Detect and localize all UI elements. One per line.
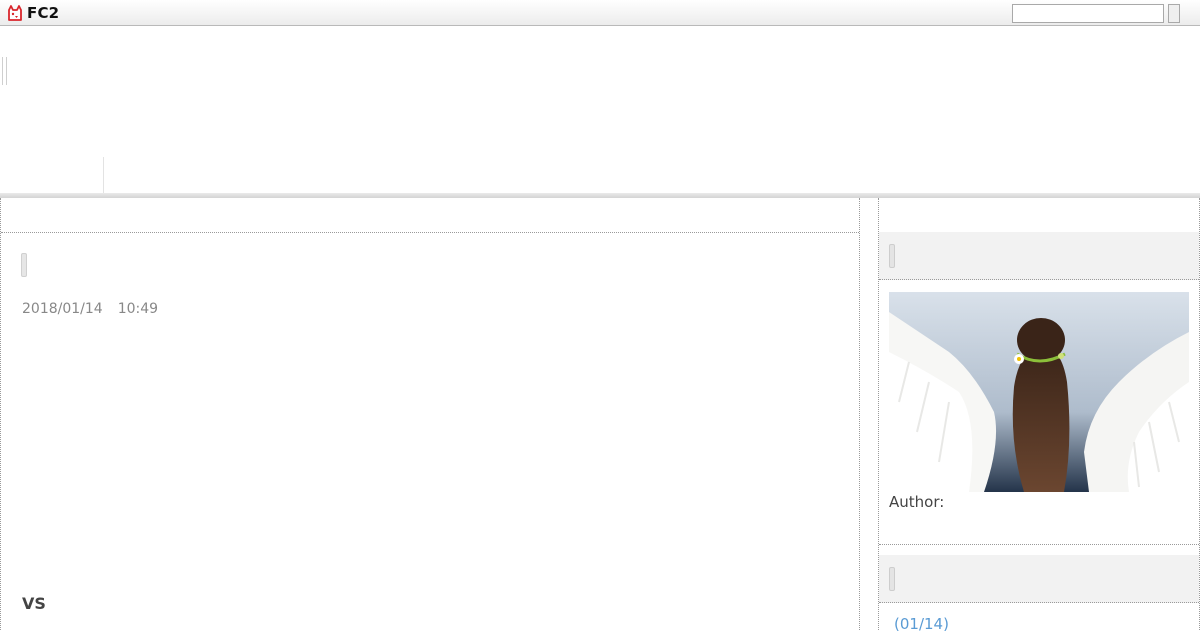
blog-title-marker bbox=[2, 57, 7, 85]
author-label: Author: bbox=[889, 493, 945, 511]
profile-plugin-header bbox=[879, 232, 1199, 280]
entry-title[interactable] bbox=[21, 253, 27, 277]
sidebar: Author: (01/14) bbox=[878, 198, 1200, 633]
entry-time: 10:49 bbox=[117, 301, 159, 317]
search-button[interactable] bbox=[1168, 4, 1180, 23]
recent-entries-title bbox=[889, 567, 895, 591]
fc2-logo-link[interactable]: FC2 bbox=[6, 4, 59, 22]
blog-header bbox=[0, 27, 1200, 195]
entry-body-text: VS bbox=[22, 594, 46, 613]
main-top-divider bbox=[1, 232, 859, 233]
entry-date: 2018/01/14 bbox=[22, 301, 103, 317]
profile-plugin-divider bbox=[879, 544, 1199, 545]
fc2-fox-icon bbox=[8, 5, 22, 21]
nav-tab-home[interactable] bbox=[0, 157, 104, 195]
profile-plugin-title bbox=[889, 244, 895, 268]
recent-entry-link[interactable]: (01/14) bbox=[894, 615, 949, 633]
recent-entries-header bbox=[879, 555, 1199, 603]
search-input[interactable] bbox=[1012, 4, 1164, 23]
fc2-header-bar: FC2 bbox=[0, 0, 1200, 26]
entry-datetime: 2018/01/14 10:49 bbox=[22, 301, 158, 317]
main-content: 2018/01/14 10:49 VS bbox=[0, 198, 860, 630]
fc2-logo-text: FC2 bbox=[27, 4, 60, 22]
profile-avatar-image bbox=[889, 292, 1189, 492]
